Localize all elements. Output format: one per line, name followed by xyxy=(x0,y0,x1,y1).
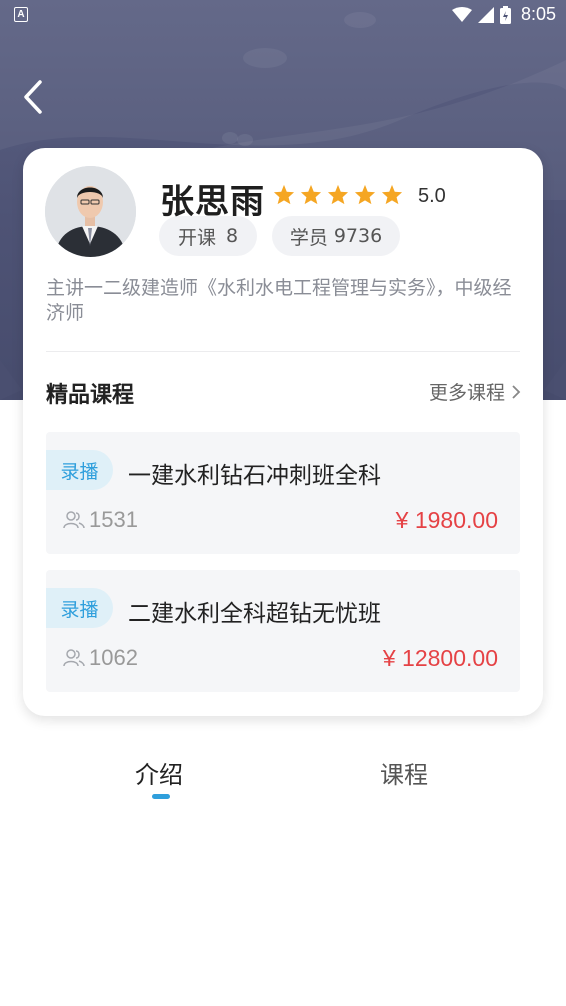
users-icon xyxy=(63,511,85,529)
battery-icon xyxy=(499,5,511,24)
students-label: 学员 xyxy=(289,226,328,249)
star-icon xyxy=(381,184,403,205)
star-icon xyxy=(327,184,349,205)
courses-count: 8 xyxy=(225,225,239,247)
more-courses-label: 更多课程 xyxy=(428,382,505,404)
status-time: 8:05 xyxy=(520,4,556,24)
active-tab-indicator xyxy=(152,794,170,799)
tab-intro[interactable]: 介绍 xyxy=(135,755,183,790)
tab-bar: 介绍 课程 xyxy=(0,745,566,805)
star-icon xyxy=(300,184,322,205)
course-price: ¥ 12800.00 xyxy=(382,645,498,671)
courses-label: 开课 xyxy=(177,226,216,249)
course-students-count: 1531 xyxy=(89,507,138,532)
users-icon xyxy=(63,649,85,667)
course-title: 二建水利全科超钻无忧班 xyxy=(128,601,381,627)
avatar xyxy=(45,166,136,257)
course-type-badge: 录播 xyxy=(46,450,113,490)
wifi-icon xyxy=(451,6,472,22)
star-icon xyxy=(354,184,376,205)
courses-count-pill: 开课 8 xyxy=(159,216,257,256)
teacher-card: 张思雨 5.0 开课 8 学员 9736 主讲一二级建造师《水利水电工程管理与实… xyxy=(23,148,543,716)
chevron-right-icon xyxy=(512,384,521,399)
course-students: 1531 xyxy=(63,507,138,533)
section-title: 精品课程 xyxy=(46,383,135,408)
course-title: 一建水利钻石冲刺班全科 xyxy=(128,463,381,489)
students-count: 9736 xyxy=(333,225,383,247)
course-students-count: 1062 xyxy=(89,645,138,670)
more-courses-link[interactable]: 更多课程 xyxy=(429,378,521,405)
divider xyxy=(46,351,520,352)
course-item[interactable]: 录播 一建水利钻石冲刺班全科 1531 ¥ 1980.00 xyxy=(46,432,520,554)
signal-icon xyxy=(477,6,494,23)
teacher-bio: 主讲一二级建造师《水利水电工程管理与实务》，中级经济师 xyxy=(46,277,512,324)
tab-courses[interactable]: 课程 xyxy=(380,755,428,790)
course-students: 1062 xyxy=(63,645,138,671)
chevron-left-icon xyxy=(24,80,42,114)
course-item[interactable]: 录播 二建水利全科超钻无忧班 1062 ¥ 12800.00 xyxy=(46,570,520,692)
rating-value: 5.0 xyxy=(418,185,446,207)
notification-icon: A xyxy=(14,7,28,22)
course-price: ¥ 1980.00 xyxy=(395,507,498,533)
teacher-photo xyxy=(45,166,136,257)
rating-stars xyxy=(273,184,403,205)
course-type-badge: 录播 xyxy=(46,588,113,628)
star-icon xyxy=(273,184,295,205)
students-count-pill: 学员 9736 xyxy=(272,216,400,256)
status-bar: A 8:05 xyxy=(0,0,566,32)
back-button[interactable] xyxy=(18,78,52,116)
